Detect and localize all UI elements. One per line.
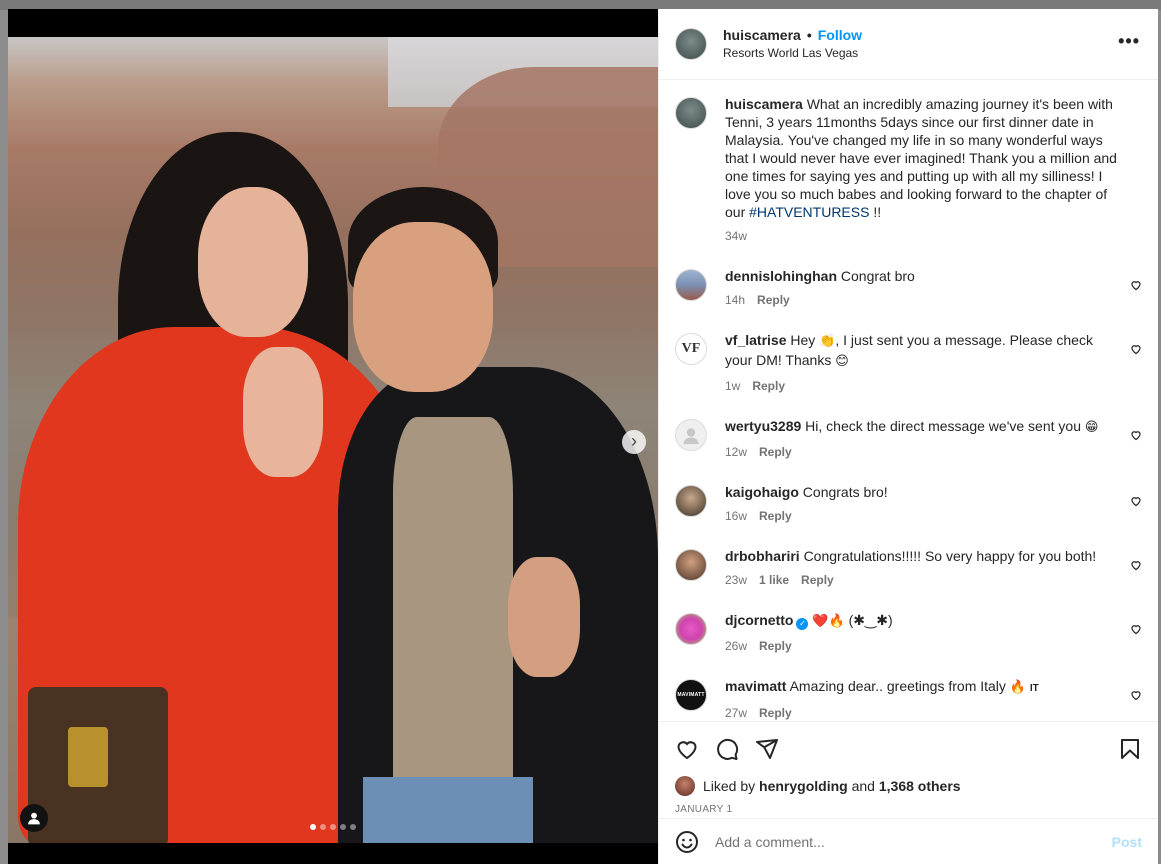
post-header: huiscamera • Follow Resorts World Las Ve… xyxy=(659,9,1158,80)
separator-dot: • xyxy=(806,27,812,44)
comment-text: Congrat bro xyxy=(840,268,915,284)
reply-button[interactable]: Reply xyxy=(757,291,790,309)
flag-italy: IT xyxy=(1029,683,1039,694)
commenter-avatar[interactable]: VF xyxy=(675,333,707,365)
comment-time[interactable]: 14h xyxy=(725,291,745,309)
heart-icon[interactable] xyxy=(675,737,699,761)
caption-suffix: !! xyxy=(869,204,882,220)
comment-time[interactable]: 23w xyxy=(725,571,747,589)
follow-button[interactable]: Follow xyxy=(818,26,862,44)
reply-button[interactable]: Reply xyxy=(759,637,792,655)
smile-icon[interactable] xyxy=(675,830,699,854)
liker-avatar[interactable] xyxy=(675,776,695,796)
commenter-username[interactable]: mavimatt xyxy=(725,678,786,694)
commenter-avatar[interactable] xyxy=(675,549,707,581)
comment-item: djcornetto ✓ ❤️🔥 (✱‿✱) 26w Reply xyxy=(675,611,1142,655)
commenter-username[interactable]: wertyu3289 xyxy=(725,418,801,434)
caption-hashtag[interactable]: #HATVENTURESS xyxy=(749,204,869,220)
post-photo xyxy=(8,37,658,843)
commenter-avatar[interactable] xyxy=(675,613,707,645)
post-modal: › huiscamera • Follow Resorts World Las … xyxy=(8,9,1158,864)
carousel-dot xyxy=(350,824,356,830)
comment-text: Hey xyxy=(790,332,816,348)
commenter-username[interactable]: djcornetto xyxy=(725,612,793,628)
liked-by-prefix: Liked by xyxy=(703,778,756,794)
like-comment-heart-icon[interactable] xyxy=(1130,689,1142,701)
comment-time[interactable]: 16w xyxy=(725,507,747,525)
reply-button[interactable]: Reply xyxy=(759,704,792,721)
carousel-dots xyxy=(8,824,658,830)
comment-time[interactable]: 12w xyxy=(725,443,747,461)
reply-button[interactable]: Reply xyxy=(801,571,834,589)
commenter-username[interactable]: vf_latrise xyxy=(725,332,786,348)
more-icon[interactable]: ••• xyxy=(1118,31,1140,52)
comment-item: wertyu3289 Hi, check the direct message … xyxy=(675,417,1142,461)
photo-pane: › xyxy=(8,9,658,864)
comment-time[interactable]: 26w xyxy=(725,637,747,655)
comment-text: Hi, check the direct message we've sent … xyxy=(805,418,1081,434)
post-comment-button[interactable]: Post xyxy=(1112,834,1142,850)
likes-others-link[interactable]: 1,368 others xyxy=(879,778,961,794)
comment-text: Amazing dear.. greetings from Italy xyxy=(789,678,1006,694)
post-side-panel: huiscamera • Follow Resorts World Las Ve… xyxy=(658,9,1158,864)
like-comment-heart-icon[interactable] xyxy=(1130,623,1142,635)
grin-emoji: 😁 xyxy=(1084,420,1099,435)
commenter-avatar[interactable] xyxy=(675,269,707,301)
carousel-next-button[interactable]: › xyxy=(622,430,646,454)
comment-time[interactable]: 1w xyxy=(725,377,740,395)
comment-likes-count[interactable]: 1 like xyxy=(759,571,789,589)
comment-item: MAVIMATT mavimatt Amazing dear.. greetin… xyxy=(675,677,1142,721)
comment-item: VF vf_latrise Hey 👏, I just sent you a m… xyxy=(675,331,1142,395)
commenter-avatar[interactable]: MAVIMATT xyxy=(675,679,707,711)
comment-item: kaigohaigo Congrats bro! 16w Reply xyxy=(675,483,1142,525)
post-location[interactable]: Resorts World Las Vegas xyxy=(723,46,862,62)
caption-username[interactable]: huiscamera xyxy=(725,96,803,112)
likes-summary: Liked by henrygolding and 1,368 others xyxy=(675,776,1142,796)
comment-text: Congrats bro! xyxy=(802,484,888,500)
comment-text: (✱‿✱) xyxy=(844,612,893,628)
caption-time[interactable]: 34w xyxy=(725,227,747,245)
author-avatar[interactable] xyxy=(675,28,707,60)
carousel-dot xyxy=(310,824,316,830)
liked-by-user[interactable]: henrygolding xyxy=(759,778,848,794)
carousel-dot xyxy=(320,824,326,830)
comment-item: dennislohinghan Congrat bro 14h Reply xyxy=(675,267,1142,309)
post-actions: Liked by henrygolding and 1,368 others J… xyxy=(659,721,1158,815)
comment-item: drbobhariri Congratulations!!!!! So very… xyxy=(675,547,1142,589)
commenter-avatar[interactable] xyxy=(675,419,707,451)
verified-badge-icon: ✓ xyxy=(796,618,809,630)
comments-list[interactable]: huiscamera What an incredibly amazing jo… xyxy=(659,81,1158,721)
comment-time[interactable]: 27w xyxy=(725,704,747,721)
like-comment-heart-icon[interactable] xyxy=(1130,343,1142,355)
carousel-dot xyxy=(340,824,346,830)
liked-by-and: and xyxy=(851,778,875,794)
like-comment-heart-icon[interactable] xyxy=(1130,495,1142,507)
comment-input[interactable]: Add a comment... xyxy=(715,834,1112,850)
author-username[interactable]: huiscamera xyxy=(723,26,801,44)
caption-avatar[interactable] xyxy=(675,97,707,129)
caption-text: What an incredibly amazing journey it's … xyxy=(725,96,1117,220)
comment-icon[interactable] xyxy=(715,737,739,761)
share-icon[interactable] xyxy=(755,737,779,761)
like-comment-heart-icon[interactable] xyxy=(1130,559,1142,571)
heart-fire-emoji: ❤️🔥 xyxy=(812,614,845,629)
reply-button[interactable]: Reply xyxy=(752,377,785,395)
commenter-avatar[interactable] xyxy=(675,485,707,517)
smile-emoji: 😊 xyxy=(835,354,849,369)
reply-button[interactable]: Reply xyxy=(759,443,792,461)
comment-composer: Add a comment... Post xyxy=(659,818,1158,864)
post-date[interactable]: JANUARY 1 xyxy=(675,804,1142,815)
comment-text: Congratulations!!!!! So very happy for y… xyxy=(803,548,1097,564)
like-comment-heart-icon[interactable] xyxy=(1130,279,1142,291)
commenter-username[interactable]: dennislohinghan xyxy=(725,268,837,284)
commenter-username[interactable]: kaigohaigo xyxy=(725,484,799,500)
carousel-dot xyxy=(330,824,336,830)
clap-emoji: 👏 xyxy=(819,334,836,349)
bookmark-icon[interactable] xyxy=(1118,737,1142,761)
reply-button[interactable]: Reply xyxy=(759,507,792,525)
commenter-username[interactable]: drbobhariri xyxy=(725,548,800,564)
fire-emoji: 🔥 xyxy=(1009,680,1026,695)
like-comment-heart-icon[interactable] xyxy=(1130,429,1142,441)
caption: huiscamera What an incredibly amazing jo… xyxy=(675,95,1142,245)
